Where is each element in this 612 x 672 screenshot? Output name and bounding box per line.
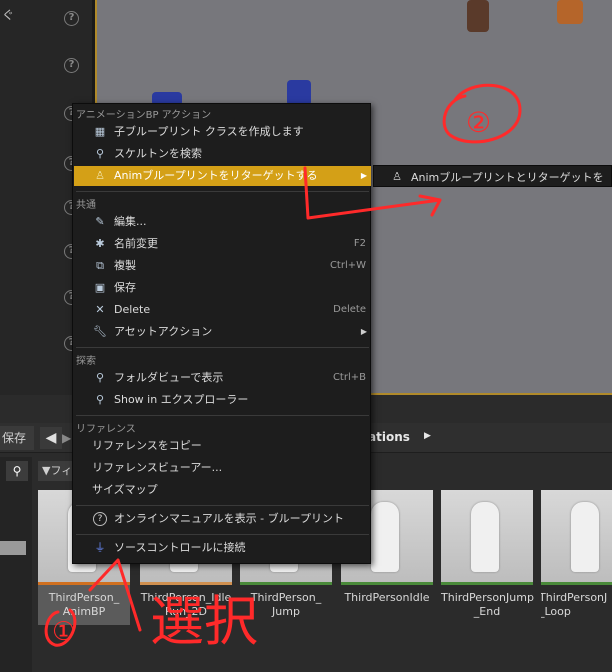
annotation-arrow xyxy=(88,558,142,632)
annotation-text: ① xyxy=(52,617,75,647)
annotation-text: ② xyxy=(466,106,491,139)
annotation-arrow xyxy=(303,166,442,220)
annotation-arrowhead xyxy=(418,194,442,217)
annotation-layer: ② ① 選択 xyxy=(44,83,522,653)
annotation-text: 選択 xyxy=(150,590,258,653)
